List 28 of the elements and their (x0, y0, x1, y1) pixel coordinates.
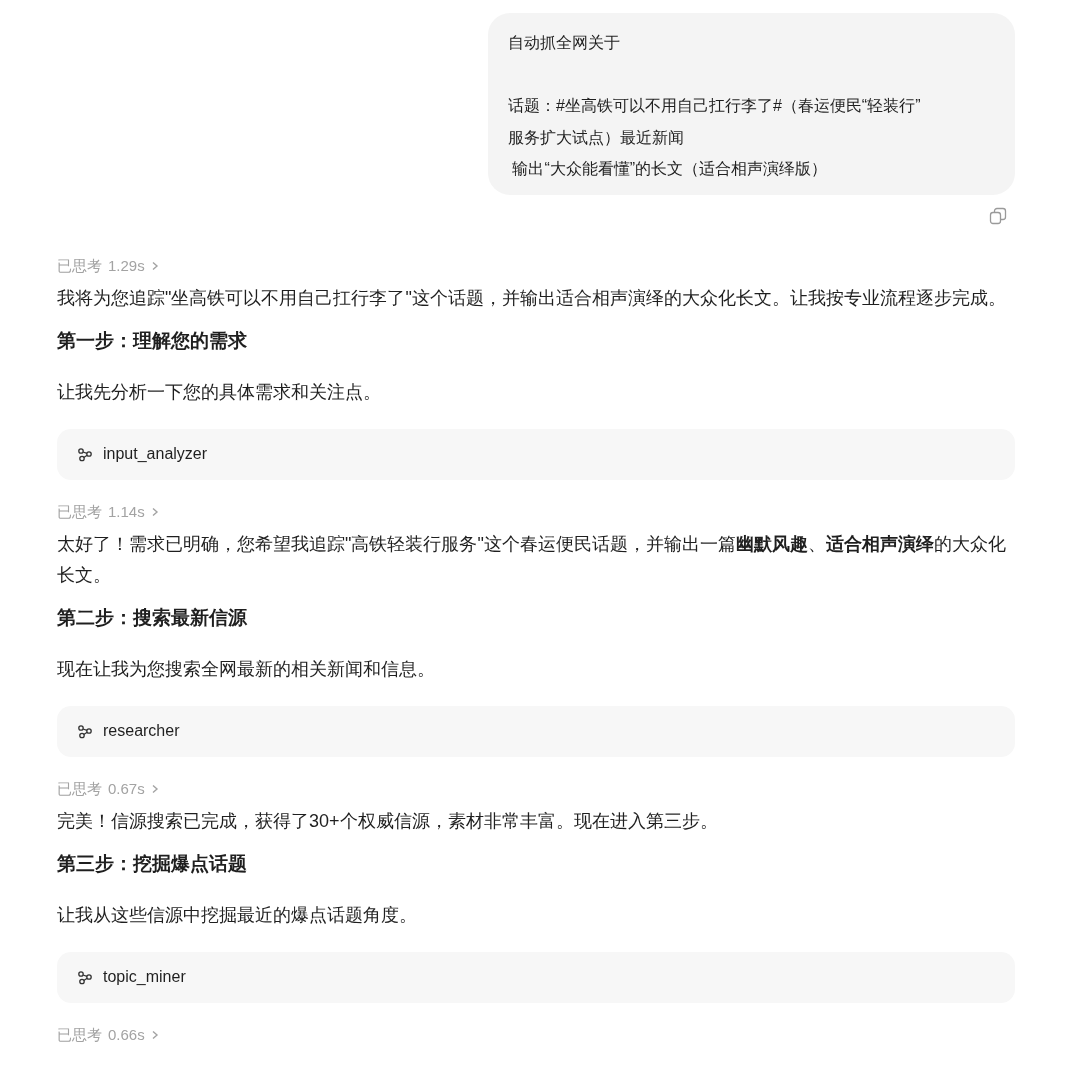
step-heading: 第一步：理解您的需求 (57, 328, 248, 353)
copy-icon[interactable] (989, 206, 1007, 225)
nodes-icon (77, 969, 93, 985)
message-paragraph: 太好了！需求已明确，您希望我追踪"高铁轻装行服务"这个春运便民话题，并输出一篇幽默风趣、适合相声演绎的大众化长文。 (57, 532, 1007, 587)
chevron-right-icon (150, 506, 159, 517)
thought-toggle[interactable]: 已思考 1.29s (57, 254, 159, 277)
tool-call-card[interactable]: input_analyzer (57, 428, 1015, 480)
tool-call-card[interactable]: researcher (57, 705, 1015, 757)
chevron-right-icon (150, 260, 159, 271)
message-line: 话题：#坐高铁可以不用自己扛行李了#（春运便民“轻装行” (508, 96, 922, 116)
nodes-icon (77, 723, 93, 739)
message-paragraph: 让我先分析一下您的具体需求和关注点。 (57, 380, 382, 404)
message-paragraph: 完美！信源搜索已完成，获得了30+个权威信源，素材非常丰富。现在进入第三步。 (57, 809, 719, 833)
step-heading: 第二步：搜索最新信源 (57, 605, 248, 630)
message-line: 自动抓全网关于 (508, 33, 621, 53)
message-line: 服务扩大试点）最近新闻 (508, 127, 685, 148)
chevron-right-icon (150, 783, 159, 794)
nodes-icon (77, 446, 93, 462)
message-paragraph: 让我从这些信源中挖掘最近的爆点话题角度。 (57, 903, 418, 927)
thought-toggle[interactable]: 已思考 0.67s (57, 777, 159, 800)
step-heading: 第三步：挖掘爆点话题 (57, 851, 248, 876)
chevron-right-icon (150, 1029, 159, 1040)
thought-toggle[interactable]: 已思考 1.14s (57, 500, 159, 523)
message-paragraph: 现在让我为您搜索全网最新的相关新闻和信息。 (57, 657, 436, 681)
message-line: 输出“大众能看懂”的长文（适合相声演绎版） (511, 159, 829, 179)
message-paragraph: 我将为您追踪"坐高铁可以不用自己扛行李了"这个话题，并输出适合相声演绎的大众化长文。让我按专业流程逐步完成。 (57, 286, 1007, 310)
tool-call-card[interactable]: topic_miner (57, 951, 1015, 1003)
thought-toggle[interactable]: 已思考 0.66s (57, 1023, 159, 1046)
